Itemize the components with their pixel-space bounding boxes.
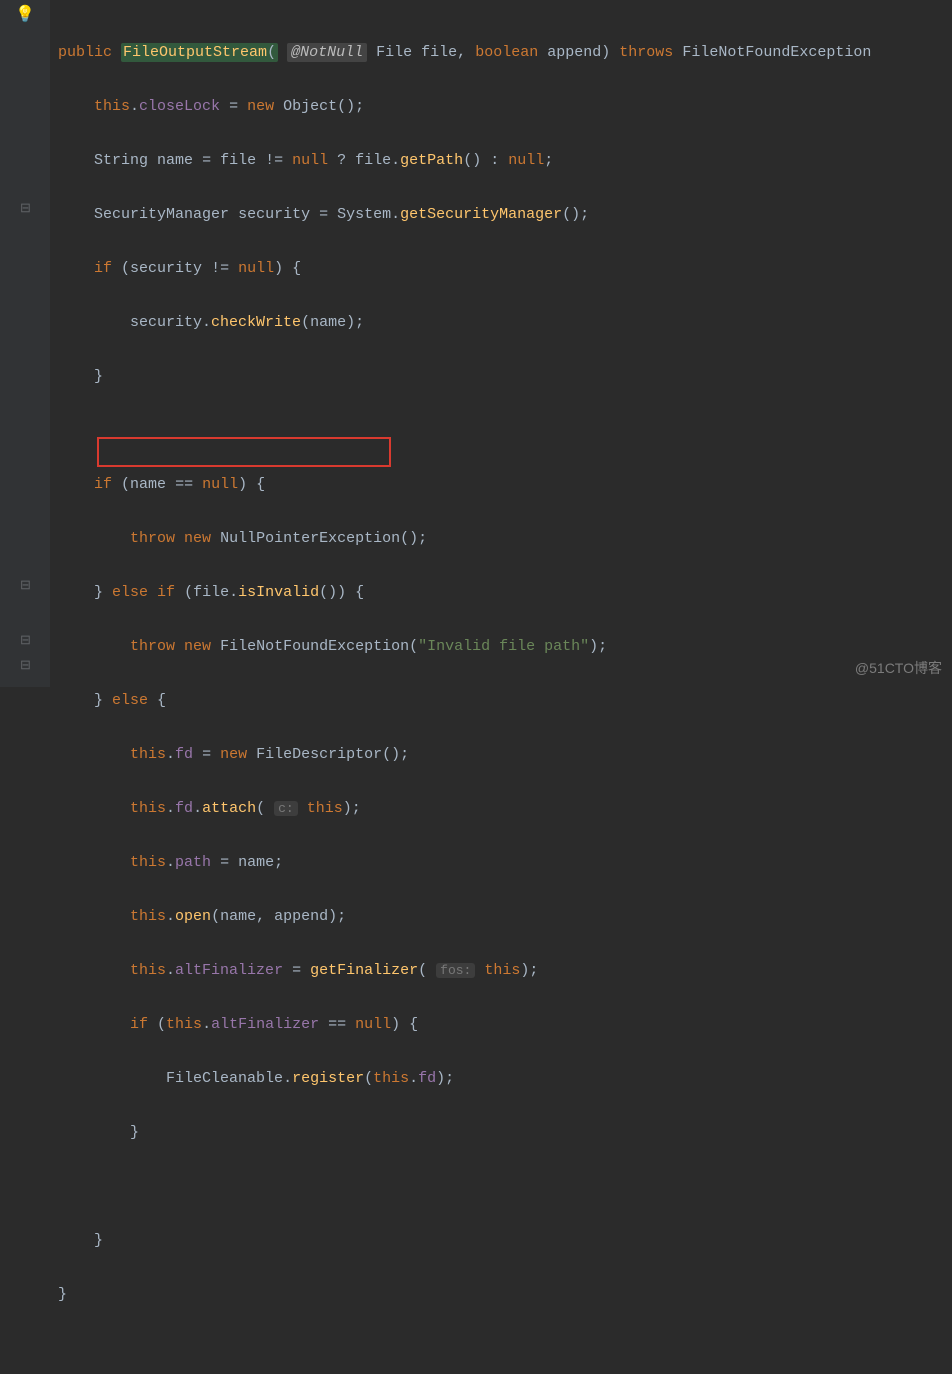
code-line: security.checkWrite(name); [58, 309, 952, 336]
code-line [58, 1173, 952, 1200]
annotation-notnull: @NotNull [287, 43, 367, 62]
keyword-public: public [58, 44, 112, 61]
code-line: SecurityManager security = System.getSec… [58, 201, 952, 228]
code-line: this.open(name, append); [58, 903, 952, 930]
code-line: this.fd = new FileDescriptor(); [58, 741, 952, 768]
param-hint: fos: [436, 963, 475, 978]
code-line: if (name == null) { [58, 471, 952, 498]
code-editor: 💡 ⊟ ⊟ ⊟ ⊟ public FileOutputStream( @NotN… [0, 0, 952, 687]
code-line: } [58, 1281, 952, 1308]
code-line: this.fd.attach( c: this); [58, 795, 952, 822]
code-line: String name = file != null ? file.getPat… [58, 147, 952, 174]
code-line [58, 417, 952, 444]
method-signature: FileOutputStream( [121, 43, 278, 62]
code-line: FileCleanable.register(this.fd); [58, 1065, 952, 1092]
fold-marker-icon[interactable]: ⊟ [20, 627, 31, 654]
code-line: this.closeLock = new Object(); [58, 93, 952, 120]
code-line: } [58, 1227, 952, 1254]
fold-marker-icon[interactable]: ⊟ [20, 195, 31, 222]
code-line: } [58, 363, 952, 390]
code-line: } else if (file.isInvalid()) { [58, 579, 952, 606]
code-line: if (security != null) { [58, 255, 952, 282]
fold-marker-icon[interactable]: ⊟ [20, 652, 31, 679]
code-line: throw new NullPointerException(); [58, 525, 952, 552]
code-line: } [58, 1119, 952, 1146]
watermark-text: @51CTO博客 [855, 655, 942, 682]
code-line: if (this.altFinalizer == null) { [58, 1011, 952, 1038]
param-hint: c: [274, 801, 298, 816]
code-line: this.path = name; [58, 849, 952, 876]
fold-marker-icon[interactable]: ⊟ [20, 572, 31, 599]
code-content[interactable]: public FileOutputStream( @NotNull File f… [50, 0, 952, 687]
code-line: throw new FileNotFoundException("Invalid… [58, 633, 952, 660]
code-line: } else { [58, 687, 952, 714]
lightbulb-icon[interactable]: 💡 [20, 10, 30, 20]
code-line: public FileOutputStream( @NotNull File f… [58, 39, 952, 66]
editor-gutter: 💡 ⊟ ⊟ ⊟ ⊟ [0, 0, 50, 687]
code-line: this.altFinalizer = getFinalizer( fos: t… [58, 957, 952, 984]
